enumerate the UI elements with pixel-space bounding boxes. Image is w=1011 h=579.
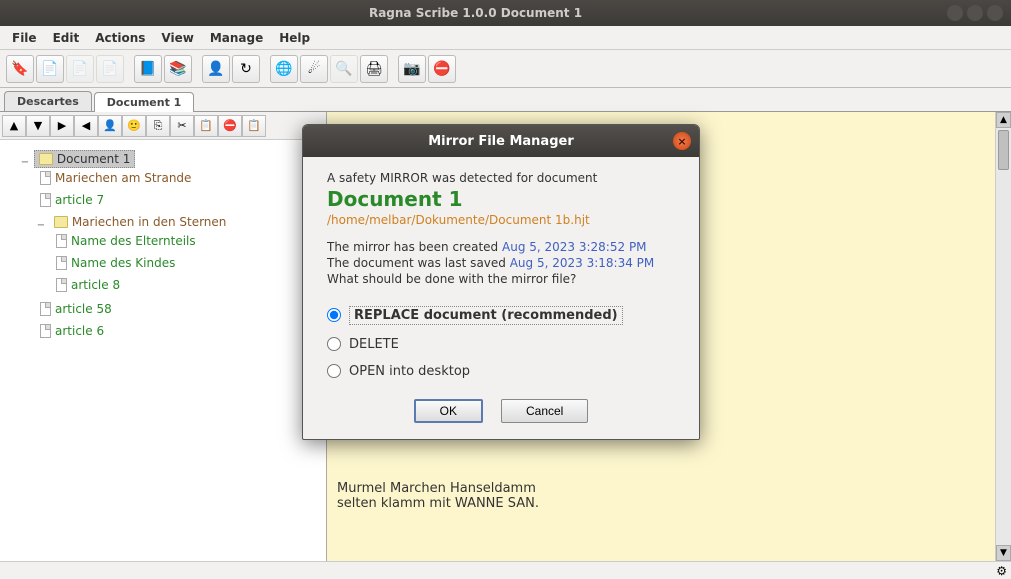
statusbar: ⚙	[0, 561, 1011, 579]
meteor-icon[interactable]: ☄	[300, 55, 328, 83]
menu-help[interactable]: Help	[271, 29, 318, 47]
tree-item[interactable]: article 6	[36, 323, 108, 339]
dialog-info: The mirror has been created Aug 5, 2023 …	[327, 239, 675, 288]
tab-descartes[interactable]: Descartes	[4, 91, 92, 111]
doc-icon	[40, 193, 51, 207]
copy-icon[interactable]: ⎘	[146, 115, 170, 137]
globe-icon[interactable]: 🌐	[270, 55, 298, 83]
radio-replace[interactable]	[327, 308, 341, 322]
doc-icon	[56, 234, 67, 248]
nav-up-icon[interactable]: ▲	[2, 115, 26, 137]
user-icon[interactable]: 👤	[202, 55, 230, 83]
window-title: Ragna Scribe 1.0.0 Document 1	[8, 6, 943, 20]
nav-down-icon[interactable]: ▼	[26, 115, 50, 137]
minimize-icon[interactable]	[947, 5, 963, 21]
sidebar: ▲ ▼ ▶ ◀ 👤 🙂 ⎘ ✂ 📋 ⛔ 📋 − Document 1	[0, 112, 327, 561]
dialog-docname: Document 1	[327, 187, 675, 211]
option-open[interactable]: OPEN into desktop	[327, 358, 675, 385]
option-delete[interactable]: DELETE	[327, 331, 675, 358]
maximize-icon[interactable]	[967, 5, 983, 21]
cut-icon[interactable]: ✂	[170, 115, 194, 137]
note-icon[interactable]: 📄	[36, 55, 64, 83]
tree-item[interactable]: Mariechen am Strande	[36, 170, 195, 186]
cancel-button[interactable]: Cancel	[501, 399, 588, 423]
radio-delete[interactable]	[327, 337, 341, 351]
scroll-up-icon[interactable]: ▲	[996, 112, 1011, 128]
menubar: File Edit Actions View Manage Help	[0, 26, 1011, 50]
dialog-buttons: OK Cancel	[327, 399, 675, 423]
smile-icon[interactable]: 🙂	[122, 115, 146, 137]
dialog-path: /home/melbar/Dokumente/Document 1b.hjt	[327, 213, 675, 227]
created-timestamp: Aug 5, 2023 3:28:52 PM	[502, 240, 647, 254]
document-tabs: Descartes Document 1	[0, 88, 1011, 112]
doc-icon	[56, 256, 67, 270]
menu-edit[interactable]: Edit	[45, 29, 88, 47]
tree-item[interactable]: article 7	[36, 192, 108, 208]
tree-toggle[interactable]: −	[20, 157, 30, 168]
editor-content: Murmel Marchen Hanseldamm selten klamm m…	[337, 481, 539, 511]
close-window-icon[interactable]	[987, 5, 1003, 21]
tree-toggle[interactable]: −	[36, 220, 46, 231]
tree-item[interactable]: article 8	[52, 277, 124, 293]
gear-icon[interactable]: ⚙	[996, 564, 1007, 578]
doc-icon	[40, 302, 51, 316]
nav-right-icon[interactable]: ▶	[50, 115, 74, 137]
main-toolbar: 🔖 📄 📄 📄 📘 📚 👤 ↻ 🌐 ☄ 🔍 🖨 📷 ⛔	[0, 50, 1011, 88]
dialog-titlebar: Mirror File Manager ×	[303, 125, 699, 157]
folder-icon	[39, 153, 53, 165]
scroll-down-icon[interactable]: ▼	[996, 545, 1011, 561]
note2-icon: 📄	[66, 55, 94, 83]
bookmark-icon[interactable]: 🔖	[6, 55, 34, 83]
stop-icon[interactable]: ⛔	[428, 55, 456, 83]
doc-icon	[40, 324, 51, 338]
menu-view[interactable]: View	[153, 29, 201, 47]
paste-icon[interactable]: 📋	[194, 115, 218, 137]
book-icon[interactable]: 📘	[134, 55, 162, 83]
menu-file[interactable]: File	[4, 29, 45, 47]
refresh-icon[interactable]: ↻	[232, 55, 260, 83]
vertical-scrollbar[interactable]: ▲ ▼	[995, 112, 1011, 561]
tree-item[interactable]: Name des Kindes	[52, 255, 179, 271]
ok-button[interactable]: OK	[414, 399, 483, 423]
doc-icon	[40, 171, 51, 185]
dialog-intro: A safety MIRROR was detected for documen…	[327, 171, 675, 185]
menu-actions[interactable]: Actions	[87, 29, 153, 47]
extra-icon[interactable]: 📋	[242, 115, 266, 137]
tree-item[interactable]: article 58	[36, 301, 116, 317]
saved-timestamp: Aug 5, 2023 3:18:34 PM	[510, 256, 655, 270]
dialog-close-icon[interactable]: ×	[673, 132, 691, 150]
document-tree[interactable]: − Document 1 Mariechen am Strande articl…	[0, 140, 326, 561]
person-icon[interactable]: 👤	[98, 115, 122, 137]
folder-icon	[54, 216, 68, 228]
note3-icon: 📄	[96, 55, 124, 83]
books-icon[interactable]: 📚	[164, 55, 192, 83]
mirror-dialog: Mirror File Manager × A safety MIRROR wa…	[302, 124, 700, 440]
nav-left-icon[interactable]: ◀	[74, 115, 98, 137]
stop2-icon[interactable]: ⛔	[218, 115, 242, 137]
radio-open[interactable]	[327, 364, 341, 378]
dialog-body: A safety MIRROR was detected for documen…	[303, 157, 699, 439]
sidebar-toolbar: ▲ ▼ ▶ ◀ 👤 🙂 ⎘ ✂ 📋 ⛔ 📋	[0, 112, 326, 140]
scroll-thumb[interactable]	[998, 130, 1009, 170]
print-icon[interactable]: 🖨	[360, 55, 388, 83]
tree-item[interactable]: Name des Elternteils	[52, 233, 200, 249]
window-titlebar: Ragna Scribe 1.0.0 Document 1	[0, 0, 1011, 26]
tree-item[interactable]: Mariechen in den Sternen	[50, 214, 231, 230]
search-icon: 🔍	[330, 55, 358, 83]
menu-manage[interactable]: Manage	[202, 29, 271, 47]
dialog-title: Mirror File Manager	[428, 134, 574, 149]
tree-root[interactable]: Document 1	[34, 150, 136, 168]
tab-document1[interactable]: Document 1	[94, 92, 195, 112]
camera-icon[interactable]: 📷	[398, 55, 426, 83]
doc-icon	[56, 278, 67, 292]
option-replace[interactable]: REPLACE document (recommended)	[327, 300, 675, 331]
